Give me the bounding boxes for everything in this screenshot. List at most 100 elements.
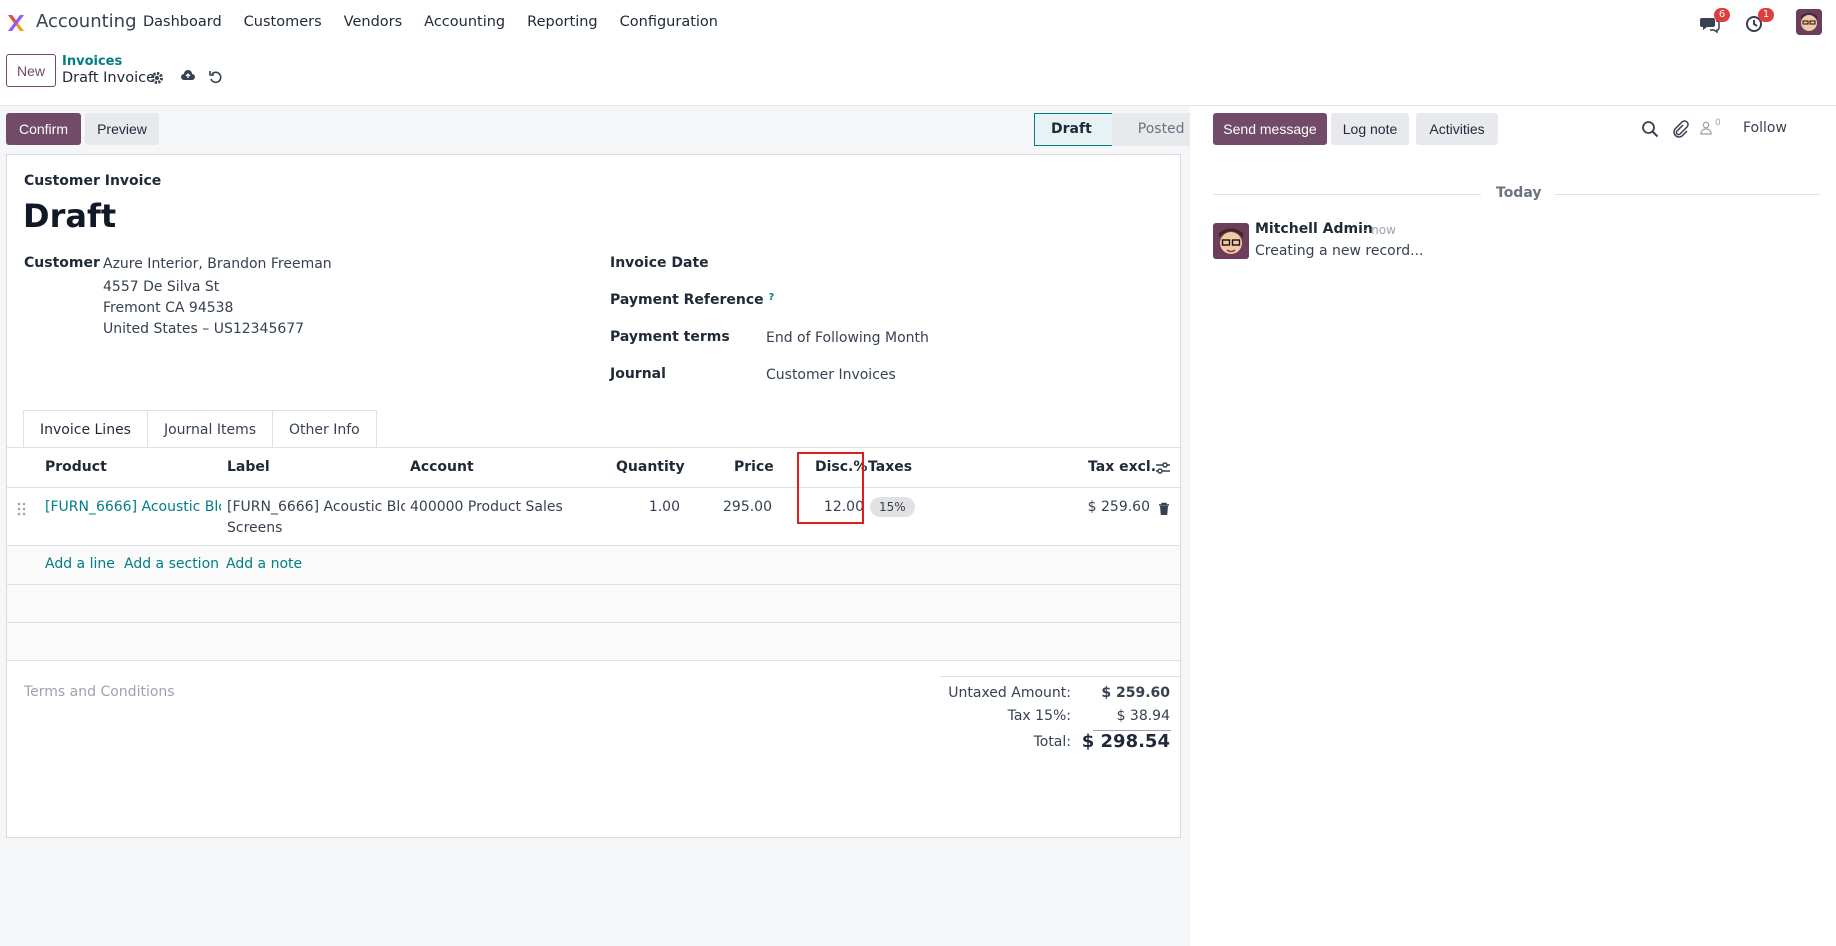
new-button[interactable]: New — [6, 54, 56, 87]
header-product[interactable]: Product — [45, 459, 107, 475]
header-tax-excl[interactable]: Tax excl. — [1088, 459, 1156, 475]
page-title: Draft — [23, 197, 117, 235]
status-draft[interactable]: Draft — [1034, 113, 1112, 146]
gear-icon[interactable] — [149, 70, 165, 86]
followers-count: 0 — [1715, 118, 1721, 128]
untaxed-amount-label: Untaxed Amount: — [948, 685, 1071, 701]
menu-configuration[interactable]: Configuration — [620, 14, 718, 30]
add-note-link[interactable]: Add a note — [226, 556, 302, 572]
document-type: Customer Invoice — [24, 173, 162, 189]
discard-icon[interactable] — [208, 69, 224, 85]
activities-button[interactable]: 1 — [1745, 8, 1774, 36]
add-row-bar: Add a line Add a section Add a note — [7, 546, 1180, 585]
customer-label: Customer — [24, 255, 100, 271]
menu-dashboard[interactable]: Dashboard — [143, 14, 222, 30]
followers-button[interactable]: 0 — [1700, 118, 1726, 138]
invoice-date-label: Invoice Date — [610, 255, 709, 271]
trash-icon[interactable] — [1157, 502, 1171, 516]
header-account[interactable]: Account — [410, 459, 474, 475]
message-time: - now — [1363, 223, 1396, 237]
table-header: Product Label Account Quantity Price Dis… — [7, 448, 1180, 488]
main-menu: Dashboard Customers Vendors Accounting R… — [143, 14, 740, 30]
paperclip-icon[interactable] — [1671, 120, 1689, 138]
payment-reference-field[interactable] — [766, 288, 1166, 314]
tab-journal-items[interactable]: Journal Items — [147, 410, 274, 448]
tax-value: $ 38.94 — [1116, 708, 1170, 724]
invoice-sheet: Customer Invoice Draft Customer Azure In… — [6, 154, 1181, 838]
table-row[interactable]: [FURN_6666] Acoustic Bloc S [FURN_6666] … — [7, 488, 1180, 546]
menu-vendors[interactable]: Vendors — [344, 14, 403, 30]
line-discount[interactable]: 12.00 — [797, 499, 864, 515]
line-account[interactable]: 400000 Product Sales — [410, 499, 563, 515]
search-icon[interactable] — [1641, 120, 1659, 138]
activities-badge: 1 — [1758, 8, 1774, 22]
customer-address-line1: 4557 De Silva St — [103, 279, 220, 295]
top-navbar: Accounting Dashboard Customers Vendors A… — [0, 0, 1836, 46]
message-avatar[interactable] — [1213, 223, 1249, 259]
tab-invoice-lines[interactable]: Invoice Lines — [23, 410, 148, 448]
breadcrumb-current: Draft Invoice — [62, 70, 155, 86]
cloud-save-icon[interactable] — [180, 68, 196, 84]
user-icon — [1700, 121, 1712, 135]
add-line-link[interactable]: Add a line — [45, 556, 115, 572]
date-divider-right — [1555, 194, 1820, 195]
preview-button[interactable]: Preview — [85, 113, 159, 145]
message-author[interactable]: Mitchell Admin — [1255, 221, 1373, 237]
tax-label: Tax 15%: — [1007, 708, 1071, 724]
line-label-2[interactable]: Screens — [227, 520, 282, 536]
confirm-button[interactable]: Confirm — [6, 113, 81, 145]
header-quantity[interactable]: Quantity — [616, 459, 685, 475]
header-discount[interactable]: Disc.% — [815, 459, 867, 475]
total-value: $ 298.54 — [1081, 731, 1170, 752]
avatar-icon — [1213, 223, 1249, 259]
user-avatar-icon — [1796, 9, 1822, 35]
total-label: Total: — [1033, 734, 1071, 750]
totals-divider — [940, 676, 1180, 677]
untaxed-amount-value: $ 259.60 — [1101, 685, 1170, 701]
journal-label: Journal — [610, 366, 666, 382]
line-label-1[interactable]: [FURN_6666] Acoustic Bloc — [227, 499, 405, 515]
payment-terms-field[interactable]: End of Following Month — [766, 330, 929, 346]
payment-reference-label: Payment Reference ? — [610, 292, 774, 308]
terms-and-conditions-field[interactable]: Terms and Conditions — [24, 684, 175, 700]
column-settings-icon[interactable] — [1155, 460, 1171, 476]
follow-button[interactable]: Follow — [1743, 120, 1787, 136]
payment-terms-label: Payment terms — [610, 329, 730, 345]
customer-address-line3: United States – US12345677 — [103, 321, 305, 337]
app-name[interactable]: Accounting — [36, 11, 137, 32]
journal-field[interactable]: Customer Invoices — [766, 367, 896, 383]
breadcrumb-invoices[interactable]: Invoices — [62, 54, 122, 69]
menu-accounting[interactable]: Accounting — [424, 14, 505, 30]
messages-button[interactable]: 6 — [1700, 8, 1730, 36]
user-avatar[interactable] — [1796, 9, 1822, 35]
drag-handle-icon[interactable] — [17, 502, 27, 516]
date-separator: Today — [1496, 185, 1542, 201]
payment-reference-text: Payment Reference — [610, 292, 764, 308]
header-label[interactable]: Label — [227, 459, 270, 475]
accounting-app-icon[interactable] — [6, 13, 26, 33]
line-price[interactable]: 295.00 — [687, 499, 772, 515]
line-quantity[interactable]: 1.00 — [577, 499, 680, 515]
empty-row — [7, 585, 1180, 623]
empty-row — [7, 623, 1180, 661]
message-body: Creating a new record... — [1255, 243, 1424, 259]
invoice-date-field[interactable] — [766, 251, 1166, 277]
add-section-link[interactable]: Add a section — [124, 556, 219, 572]
line-tax-tag[interactable]: 15% — [870, 497, 915, 517]
customer-name[interactable]: Azure Interior, Brandon Freeman — [103, 256, 332, 272]
line-product[interactable]: [FURN_6666] Acoustic Bloc S — [45, 499, 221, 515]
activities-button[interactable]: Activities — [1416, 113, 1498, 145]
send-message-button[interactable]: Send message — [1213, 113, 1327, 145]
tab-other-info[interactable]: Other Info — [273, 410, 377, 448]
messages-badge: 6 — [1714, 8, 1730, 22]
status-posted[interactable]: Posted — [1111, 113, 1201, 146]
control-panel: New Invoices Draft Invoice — [0, 46, 1836, 106]
menu-customers[interactable]: Customers — [244, 14, 322, 30]
customer-address-line2: Fremont CA 94538 — [103, 300, 234, 316]
line-subtotal: $ 259.60 — [1087, 499, 1150, 515]
notebook-tabs: Invoice Lines Journal Items Other Info — [23, 410, 377, 448]
header-taxes[interactable]: Taxes — [868, 459, 912, 475]
log-note-button[interactable]: Log note — [1331, 113, 1409, 145]
menu-reporting[interactable]: Reporting — [527, 14, 598, 30]
header-price[interactable]: Price — [734, 459, 774, 475]
